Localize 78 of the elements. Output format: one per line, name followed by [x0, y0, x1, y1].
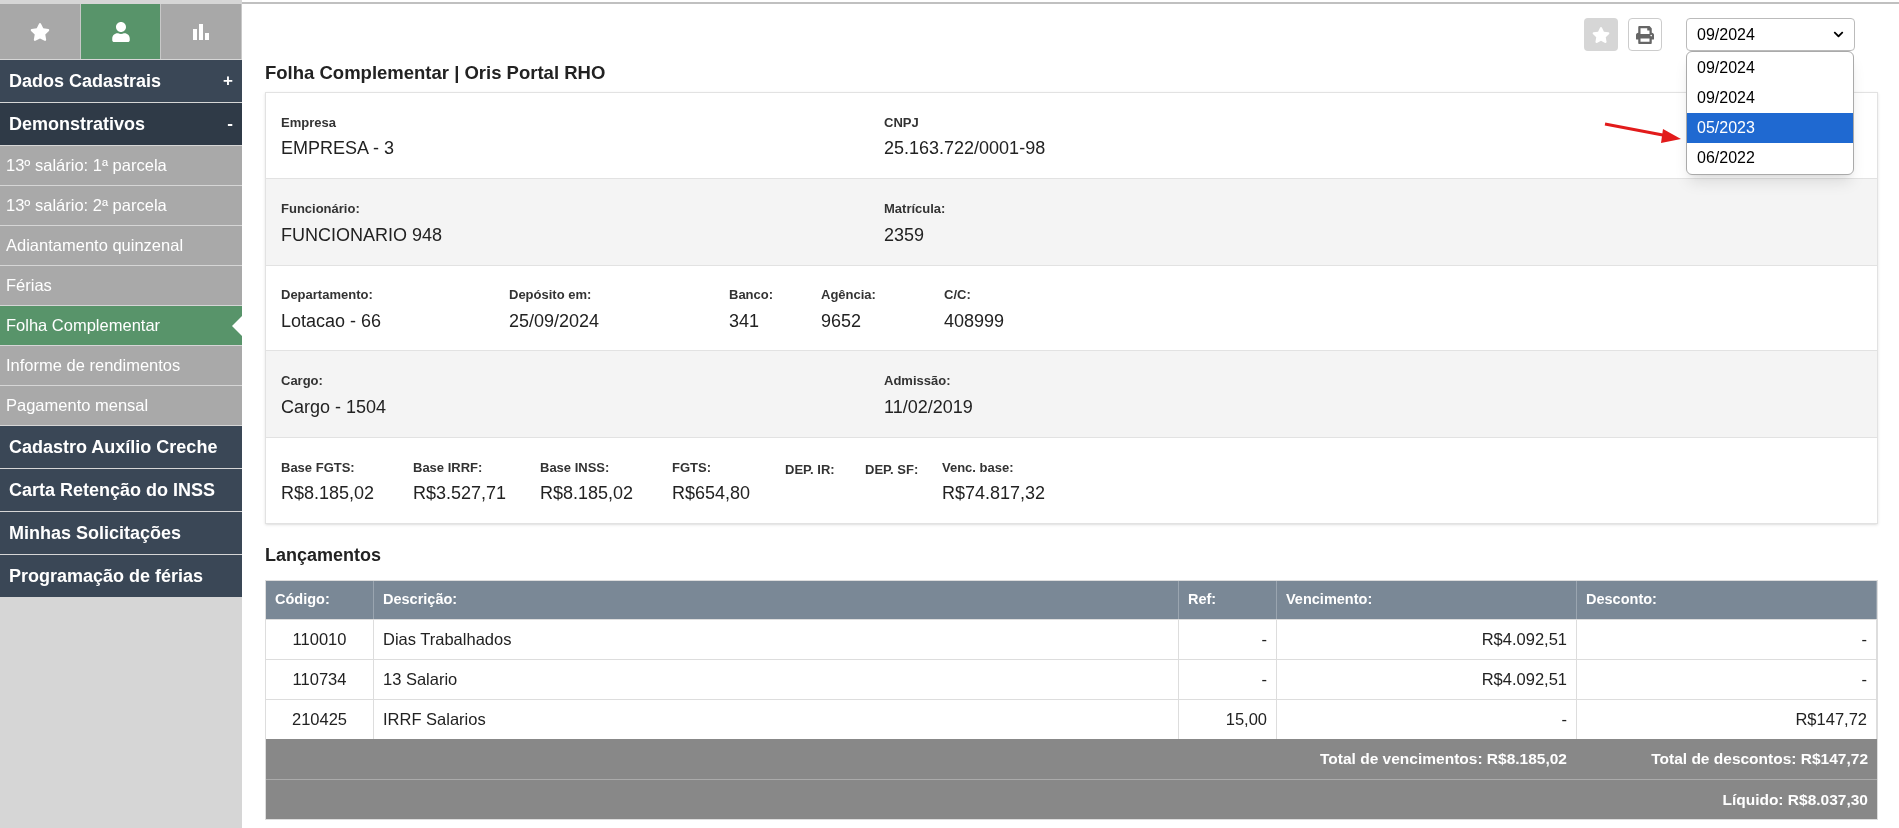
field-label: Cargo: [281, 372, 324, 391]
field-label: Departamento: [281, 286, 374, 305]
sidebar-tab[interactable] [0, 4, 81, 59]
total-deductions: Total de descontos: R$147,72 [1651, 749, 1868, 770]
column-header: Código: [266, 581, 374, 619]
table-cell: - [1577, 660, 1877, 699]
toggle-sign: + [223, 70, 233, 93]
field-value: Cargo - 1504 [281, 395, 388, 419]
column-header: Ref: [1179, 581, 1277, 619]
print-button[interactable] [1628, 18, 1662, 51]
pointer-notch [232, 316, 242, 336]
table-cell: 110734 [266, 660, 374, 699]
field-label: Base FGTS: [281, 458, 356, 477]
sidebar-section[interactable]: Programação de férias [0, 555, 242, 597]
table-cell: - [1179, 620, 1277, 659]
field-label: C/C: [944, 286, 972, 305]
dropdown-option[interactable]: 09/2024 [1687, 83, 1853, 113]
field-label: FGTS: [672, 458, 712, 477]
field-value: R$3.527,71 [413, 482, 508, 506]
field-value: FUNCIONARIO 948 [281, 223, 444, 247]
dropdown-option[interactable]: 09/2024 [1687, 53, 1853, 83]
sidebar-section[interactable]: Minhas Solicitações [0, 512, 242, 554]
column-header: Desconto: [1577, 581, 1877, 619]
field-value: 25/09/2024 [509, 309, 601, 333]
field-value: 25.163.722/0001-98 [884, 137, 1047, 161]
field-label: Matrícula: [884, 200, 947, 219]
field-value: R$8.185,02 [540, 482, 635, 506]
dropdown-option[interactable]: 06/2022 [1687, 143, 1853, 173]
field-label: Empresa [281, 113, 337, 132]
sidebar-tab[interactable] [80, 4, 162, 59]
section-heading: Lançamentos [265, 543, 383, 567]
sidebar-tab[interactable] [161, 4, 242, 59]
table-cell: - [1179, 660, 1277, 699]
table-cell: Dias Trabalhados [374, 620, 1179, 659]
period-select[interactable]: 09/2024 [1686, 18, 1855, 51]
field-value: Lotacao - 66 [281, 309, 383, 333]
field-value: 11/02/2019 [884, 395, 974, 419]
page-title: Folha Complementar | Oris Portal RHO [265, 61, 606, 86]
table-cell: R$4.092,51 [1277, 620, 1577, 659]
field-label: Banco: [729, 286, 775, 305]
field-value: EMPRESA - 3 [281, 137, 396, 161]
sidebar-section[interactable]: Carta Retenção do INSS [0, 469, 242, 511]
toggle-sign: - [227, 113, 233, 136]
user-icon [110, 21, 131, 42]
field-label: Base INSS: [540, 458, 611, 477]
table-cell: R$4.092,51 [1277, 660, 1577, 699]
field-label: DEP. IR: [785, 461, 836, 480]
star-icon [1592, 25, 1610, 44]
net-total: Líquido: R$8.037,30 [1722, 789, 1868, 810]
field-label: DEP. SF: [865, 461, 920, 480]
sidebar-section[interactable]: Demonstrativos - [0, 103, 242, 145]
sidebar-section[interactable]: Dados Cadastrais + [0, 60, 242, 102]
field-label: Admissão: [884, 372, 952, 391]
field-value: 408999 [944, 309, 1006, 333]
field-value: R$74.817,32 [942, 482, 1047, 506]
column-header: Descrição: [374, 581, 1179, 619]
column-header: Vencimento: [1277, 581, 1577, 619]
field-value: 2359 [884, 223, 926, 247]
sidebar-section[interactable]: Cadastro Auxílio Creche [0, 426, 242, 468]
chevron-down-icon [1833, 29, 1844, 40]
field-value: 341 [729, 309, 761, 333]
field-label: Venc. base: [942, 458, 1015, 477]
dropdown-option[interactable]: 05/2023 [1687, 113, 1853, 143]
table-cell: 110010 [266, 620, 374, 659]
field-value: 9652 [821, 309, 863, 333]
table-cell: 13 Salario [374, 660, 1179, 699]
table-cell: - [1577, 620, 1877, 659]
field-value: R$654,80 [672, 482, 752, 506]
field-label: CNPJ [884, 113, 920, 132]
field-label: Depósito em: [509, 286, 593, 305]
total-earnings: Total de vencimentos: R$8.185,02 [1320, 749, 1567, 770]
sidebar-item[interactable]: Folha Complementar [0, 306, 242, 345]
star-icon [29, 21, 50, 42]
field-value: R$8.185,02 [281, 482, 376, 506]
field-label: Agência: [821, 286, 877, 305]
field-label: Funcionário: [281, 200, 361, 219]
field-label: Base IRRF: [413, 458, 484, 477]
print-icon [1636, 25, 1654, 44]
